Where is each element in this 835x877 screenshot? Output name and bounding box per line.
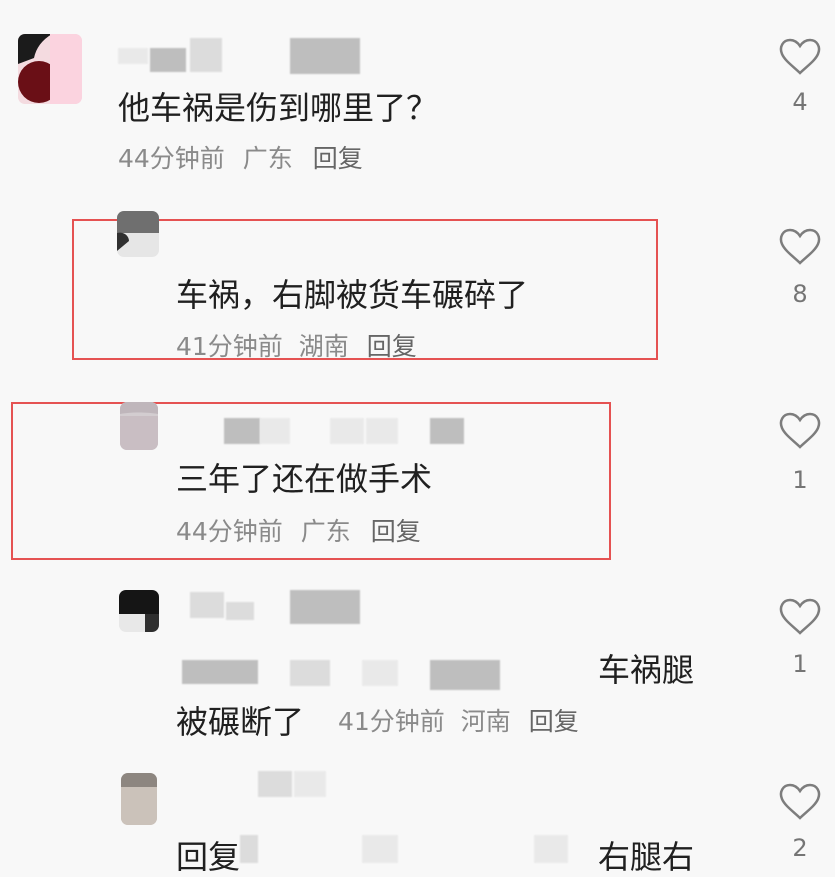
content-redacted [430,660,500,690]
username-redacted [260,418,290,444]
reply-button[interactable]: 回复 [313,144,363,173]
username-redacted [190,592,224,618]
username-redacted [258,771,292,797]
like-count: 2 [792,834,808,862]
heart-outline-icon[interactable] [778,36,822,76]
comment-time: 44分钟前 [118,144,225,173]
reply-button[interactable]: 回复 [371,517,421,546]
content-redacted [240,835,258,863]
username-redacted [190,38,222,72]
heart-outline-icon[interactable] [778,781,822,821]
content-redacted [182,660,258,684]
comment-text: 他车祸是伤到哪里了？ [118,89,439,127]
reply-label[interactable]: 回复 [176,837,240,877]
username-redacted [226,602,254,620]
username-redacted [118,48,148,64]
like-count: 4 [792,88,808,116]
username-redacted [290,590,360,624]
comment-time: 41分钟前 [338,707,445,736]
username-redacted [150,48,186,72]
comment-location: 广东 [300,517,351,546]
comment-meta: 44分钟前 广东 回复 [118,144,363,174]
comment-time: 41分钟前 [176,332,283,361]
comment-text: 三年了还在做手术 [176,460,433,498]
content-redacted [362,660,398,686]
like-count: 1 [792,650,808,678]
username-redacted [294,771,326,797]
avatar[interactable] [121,773,157,825]
content-redacted [290,660,330,686]
like-count: 1 [792,466,808,494]
comment-meta: 41分钟前 河南 回复 [338,707,579,737]
comment-meta: 44分钟前 广东 回复 [176,517,421,547]
comment-text: 右腿右 [598,838,695,876]
reply-button[interactable]: 回复 [529,707,579,736]
username-redacted [224,418,260,444]
heart-outline-icon[interactable] [778,226,822,266]
content-redacted [362,835,398,863]
comment-text: 车祸腿 [598,651,695,689]
comment-text: 被碾断了 [176,703,305,741]
username-redacted [430,418,464,444]
comment-location: 湖南 [298,332,349,361]
avatar[interactable] [18,34,82,104]
comment-location: 河南 [460,707,511,736]
reply-button[interactable]: 回复 [367,332,417,361]
username-redacted [330,418,364,444]
avatar[interactable] [117,211,159,257]
like-count: 8 [792,280,808,308]
heart-outline-icon[interactable] [778,410,822,450]
avatar[interactable] [119,590,159,632]
username-redacted [366,418,398,444]
comment-location: 广东 [242,144,293,173]
comment-text: 车祸，右脚被货车碾碎了 [176,276,529,314]
username-redacted [290,38,360,74]
comment-time: 44分钟前 [176,517,283,546]
comment-meta: 41分钟前 湖南 回复 [176,332,417,362]
content-redacted [534,835,568,863]
heart-outline-icon[interactable] [778,596,822,636]
avatar[interactable] [120,402,158,450]
